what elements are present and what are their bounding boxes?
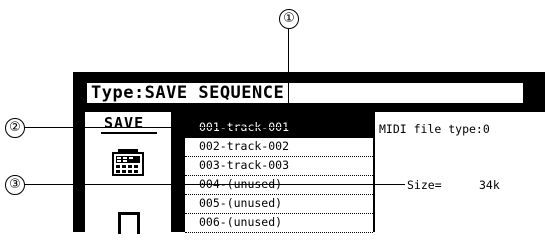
left-panel: SAVE — [85, 112, 171, 234]
track-row-006[interactable]: 006-(unused) — [185, 214, 373, 233]
sequencer-device-icon — [112, 149, 144, 176]
save-underline — [101, 132, 157, 134]
callout-2: ② — [5, 118, 25, 138]
save-mode-label: SAVE — [104, 114, 145, 132]
exit-door-icon — [118, 212, 140, 234]
track-row-004[interactable]: 004-(unused) — [185, 176, 373, 195]
page-title: Type:SAVE SEQUENCE — [85, 81, 525, 105]
callout-1: ① — [279, 9, 299, 29]
midi-file-type: MIDI file type:0 — [379, 122, 490, 136]
leader-line-1 — [288, 29, 290, 125]
track-row-001[interactable]: 001-track-001 — [185, 119, 373, 138]
track-row-003[interactable]: 003-track-003 — [185, 157, 373, 176]
info-panel: MIDI file type:0 Size= 34k — [375, 112, 545, 232]
callout-3: ③ — [5, 175, 25, 195]
size-label: Size= — [407, 178, 442, 192]
size-value: 34k — [479, 178, 500, 192]
leader-line-2 — [25, 127, 289, 129]
track-row-002[interactable]: 002-track-002 — [185, 138, 373, 157]
leader-line-3 — [25, 184, 405, 186]
lcd-screen: Type:SAVE SEQUENCE SAVE 001-track-001 00… — [73, 72, 545, 234]
track-row-005[interactable]: 005-(unused) — [185, 195, 373, 214]
track-list[interactable]: 001-track-001 002-track-002 003-track-00… — [184, 118, 374, 233]
